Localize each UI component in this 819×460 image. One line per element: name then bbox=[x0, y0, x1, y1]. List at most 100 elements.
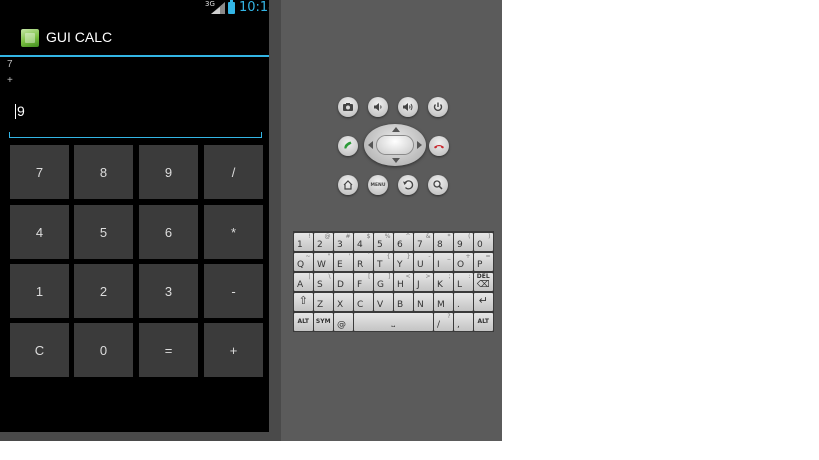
keyboard-key[interactable]: Z bbox=[314, 293, 333, 311]
keyboard-key[interactable]: 3 # bbox=[334, 233, 353, 251]
key-label: M bbox=[437, 300, 445, 310]
calculator-display-input[interactable]: 9 bbox=[9, 92, 262, 138]
app-icon[interactable] bbox=[21, 29, 39, 47]
key-label: E bbox=[337, 260, 343, 270]
search-button[interactable] bbox=[428, 175, 448, 195]
keyboard-key[interactable]: 1! bbox=[294, 233, 313, 251]
call-button[interactable] bbox=[338, 136, 358, 156]
end-call-button[interactable] bbox=[429, 136, 449, 156]
keyboard-key[interactable]: 7 & bbox=[414, 233, 433, 251]
key-label: T bbox=[377, 260, 383, 270]
keyboard-key[interactable]: G] bbox=[374, 273, 393, 291]
key-alt-label: ' bbox=[348, 253, 351, 260]
keyboard-key[interactable]: S \ bbox=[314, 273, 333, 291]
keyboard-key[interactable]: E ' bbox=[334, 253, 353, 271]
key-label: 1 bbox=[297, 240, 303, 250]
slash-key[interactable]: /? bbox=[434, 313, 453, 331]
keyboard-key[interactable]: C bbox=[354, 293, 373, 311]
key-alt-label: ) bbox=[488, 233, 491, 240]
alt-left-key[interactable]: ALT bbox=[294, 313, 313, 331]
key-alt-label: @ bbox=[324, 233, 331, 240]
key-label: H bbox=[397, 280, 404, 290]
keyboard-key[interactable]: B bbox=[394, 293, 413, 311]
calc-key-button[interactable]: 4 bbox=[10, 205, 69, 259]
calc-key-button[interactable]: 5 bbox=[74, 205, 133, 259]
delete-key[interactable]: DEL ⌫ bbox=[474, 273, 493, 291]
calc-key-button[interactable]: 2 bbox=[74, 264, 133, 318]
keyboard-key[interactable]: K; bbox=[434, 273, 453, 291]
keyboard-key[interactable]: O + bbox=[454, 253, 473, 271]
keyboard-key[interactable]: W " bbox=[314, 253, 333, 271]
keyboard-key[interactable]: Q ~ bbox=[294, 253, 313, 271]
calc-key-button[interactable]: + bbox=[204, 323, 263, 377]
calc-key-button[interactable]: 1 bbox=[10, 264, 69, 318]
keyboard-key[interactable]: 5% bbox=[374, 233, 393, 251]
keyboard-key[interactable]: 2 @ bbox=[314, 233, 333, 251]
enter-key[interactable]: ↵ bbox=[474, 293, 493, 311]
keyboard-key[interactable]: H < bbox=[394, 273, 413, 291]
power-button[interactable] bbox=[428, 97, 448, 117]
dpad-left-icon[interactable] bbox=[368, 141, 373, 149]
dpad-center-button[interactable] bbox=[377, 136, 413, 154]
key-label: 8 bbox=[437, 240, 443, 250]
calc-key-button[interactable]: C bbox=[10, 323, 69, 377]
calc-key-button[interactable]: 7 bbox=[10, 145, 69, 199]
keyboard-key[interactable]: A | bbox=[294, 273, 313, 291]
dpad[interactable] bbox=[364, 124, 426, 166]
keyboard-key[interactable]: M bbox=[434, 293, 453, 311]
dpad-down-icon[interactable] bbox=[392, 158, 400, 163]
keyboard-key[interactable]: 4 $ bbox=[354, 233, 373, 251]
keyboard-key[interactable]: T{ bbox=[374, 253, 393, 271]
keyboard-key[interactable]: 6 ^ bbox=[394, 233, 413, 251]
alt-right-key[interactable]: ALT bbox=[474, 313, 493, 331]
keyboard-key[interactable]: 8 * bbox=[434, 233, 453, 251]
calc-key-button[interactable]: 9 bbox=[139, 145, 198, 199]
volume-down-button[interactable] bbox=[368, 97, 388, 117]
dpad-up-icon[interactable] bbox=[392, 127, 400, 132]
keyboard-key[interactable]: Y} bbox=[394, 253, 413, 271]
volume-up-button[interactable] bbox=[398, 97, 418, 117]
dpad-right-icon[interactable] bbox=[417, 141, 422, 149]
key-label: W bbox=[317, 260, 326, 270]
shift-key[interactable]: ⇧ bbox=[294, 293, 313, 311]
keyboard-key[interactable]: . bbox=[454, 293, 473, 311]
comma-key[interactable]: , bbox=[454, 313, 473, 331]
menu-label: MENU bbox=[370, 182, 386, 188]
keyboard-key[interactable]: I _ bbox=[434, 253, 453, 271]
back-button[interactable] bbox=[398, 175, 418, 195]
keyboard-key[interactable]: X bbox=[334, 293, 353, 311]
key-label: V bbox=[377, 300, 384, 310]
keyboard-key[interactable]: 0) bbox=[474, 233, 493, 251]
sym-key[interactable]: SYM bbox=[314, 313, 333, 331]
signal-icon bbox=[211, 2, 225, 14]
menu-button[interactable]: MENU bbox=[368, 175, 388, 195]
camera-button[interactable] bbox=[338, 97, 358, 117]
keyboard-key[interactable]: L: bbox=[454, 273, 473, 291]
key-label: 6 bbox=[397, 240, 403, 250]
end-call-icon bbox=[434, 145, 444, 149]
calc-key-button[interactable]: = bbox=[139, 323, 198, 377]
calc-key-button[interactable]: 3 bbox=[139, 264, 198, 318]
keyboard-key[interactable]: 9( bbox=[454, 233, 473, 251]
space-key[interactable]: ⎵ bbox=[354, 313, 433, 331]
keyboard-key[interactable]: F[ bbox=[354, 273, 373, 291]
keyboard-key[interactable]: D bbox=[334, 273, 353, 291]
key-label: A bbox=[297, 280, 304, 290]
key-label: I bbox=[437, 260, 440, 270]
calc-key-button[interactable]: 8 bbox=[74, 145, 133, 199]
keyboard-key[interactable]: U- bbox=[414, 253, 433, 271]
keyboard-key[interactable]: R ` bbox=[354, 253, 373, 271]
calc-key-button[interactable]: * bbox=[204, 205, 263, 259]
keyboard-key[interactable]: N bbox=[414, 293, 433, 311]
keyboard-key[interactable]: V bbox=[374, 293, 393, 311]
calc-key-button[interactable]: 0 bbox=[74, 323, 133, 377]
calc-key-button[interactable]: - bbox=[204, 264, 263, 318]
keyboard-key[interactable]: J > bbox=[414, 273, 433, 291]
calc-key-button[interactable]: / bbox=[204, 145, 263, 199]
keyboard-key[interactable]: P = bbox=[474, 253, 493, 271]
text-cursor bbox=[15, 104, 16, 119]
at-key[interactable]: @ bbox=[334, 313, 353, 331]
home-button[interactable] bbox=[338, 175, 358, 195]
calc-key-button[interactable]: 6 bbox=[139, 205, 198, 259]
key-label: F bbox=[357, 280, 363, 290]
